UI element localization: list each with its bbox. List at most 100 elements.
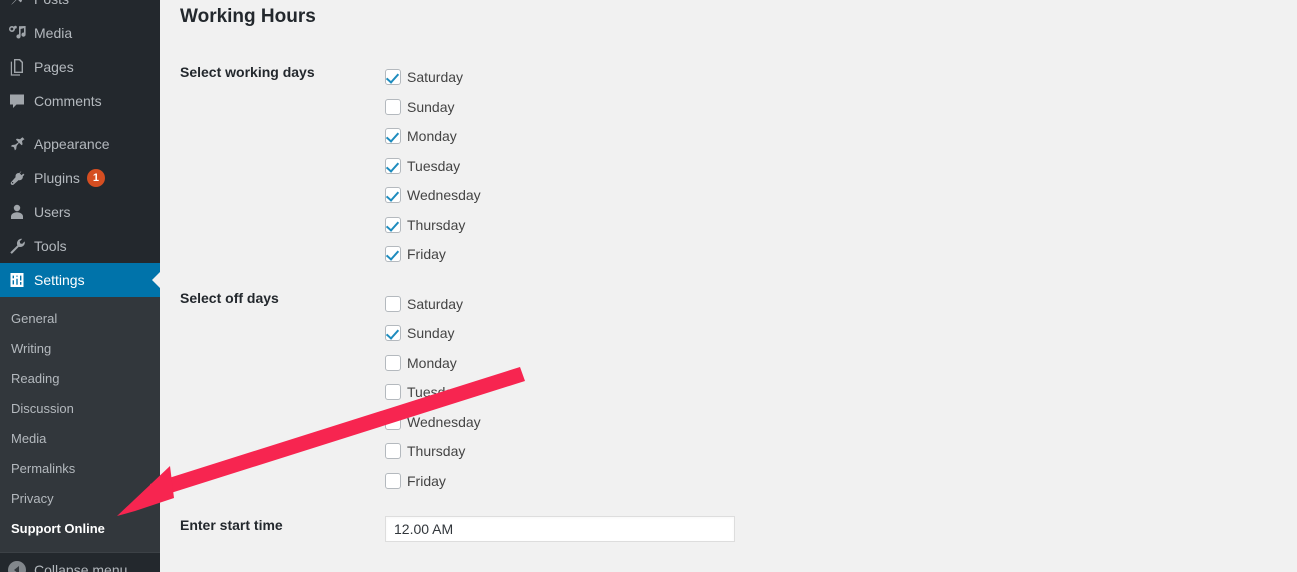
sidebar-item-appearance[interactable]: Appearance (0, 127, 160, 161)
submenu-item-media[interactable]: Media (0, 424, 160, 454)
checkbox-unchecked-icon[interactable] (385, 413, 401, 430)
update-count-badge: 1 (86, 169, 105, 187)
sidebar-item-posts[interactable]: Posts (0, 0, 160, 16)
collapse-left-arrow-icon (0, 561, 34, 572)
submenu-item-privacy[interactable]: Privacy (0, 484, 160, 514)
form-row-label: Select off days (180, 290, 279, 307)
form-row: Enter start time (160, 515, 1297, 562)
checkbox-label: Wednesday (407, 413, 481, 430)
checkbox-row-friday[interactable]: Friday (385, 466, 1287, 496)
collapse-menu-label: Collapse menu (34, 562, 128, 572)
checkbox-checked-icon[interactable] (385, 69, 401, 86)
checkbox-unchecked-icon[interactable] (385, 384, 401, 401)
admin-sidebar: Posts Media Pages Comments Appearance Plugins… (0, 0, 160, 572)
main-content: Working Hours Select working days Saturda… (160, 0, 1297, 572)
form-row-field (385, 515, 1297, 562)
checkbox-unchecked-icon[interactable] (385, 98, 401, 115)
sidebar-item-label: Appearance (34, 136, 110, 152)
checkbox-checked-icon[interactable] (385, 128, 401, 145)
checkbox-row-sunday[interactable]: Sunday (385, 319, 1287, 349)
sidebar-item-settings[interactable]: Settings (0, 263, 160, 297)
checkbox-row-saturday[interactable]: Saturday (385, 289, 1287, 319)
checkbox-label: Friday (407, 246, 446, 263)
users-icon (0, 202, 34, 222)
admin-menu: Posts Media Pages Comments Appearance Plugins… (0, 0, 160, 572)
sidebar-item-plugins[interactable]: Plugins 1 (0, 161, 160, 195)
submenu-item-general[interactable]: General (0, 304, 160, 334)
sidebar-item-pages[interactable]: Pages (0, 50, 160, 84)
submenu-item-support-online[interactable]: Support Online (0, 514, 160, 544)
submenu-item-reading[interactable]: Reading (0, 364, 160, 394)
menu-separator (0, 118, 160, 127)
comments-icon (0, 91, 34, 111)
checkbox-row-thursday[interactable]: Thursday (385, 437, 1287, 467)
media-icon (0, 23, 34, 43)
checkbox-row-saturday[interactable]: Saturday (385, 63, 1287, 93)
checkbox-checked-icon[interactable] (385, 157, 401, 174)
checkbox-row-sunday[interactable]: Sunday (385, 92, 1287, 122)
checkbox-row-tuesday[interactable]: Tuesday (385, 151, 1287, 181)
form-row: Select working days Saturday Sunday Monday T… (160, 63, 1297, 290)
sidebar-item-users[interactable]: Users (0, 195, 160, 229)
checkbox-checked-icon[interactable] (385, 187, 401, 204)
checkbox-unchecked-icon[interactable] (385, 354, 401, 371)
checkbox-label: Monday (407, 354, 457, 371)
sidebar-item-label: Settings (34, 272, 85, 288)
checkbox-label: Wednesday (407, 187, 481, 204)
sidebar-item-label: Posts (34, 0, 69, 8)
sidebar-item-label: Users (34, 204, 71, 220)
checkbox-label: Friday (407, 472, 446, 489)
checkbox-label: Saturday (407, 69, 464, 86)
checkbox-unchecked-icon[interactable] (385, 295, 401, 312)
sidebar-item-tools[interactable]: Tools (0, 229, 160, 263)
form-row-field: Saturday Sunday Monday Tuesday Wednesday Thur… (385, 289, 1297, 516)
checkbox-row-wednesday[interactable]: Wednesday (385, 407, 1287, 437)
checkbox-row-thursday[interactable]: Thursday (385, 210, 1287, 240)
checkbox-label: Saturday (407, 295, 464, 312)
appearance-icon (0, 134, 34, 154)
sidebar-item-media[interactable]: Media (0, 16, 160, 50)
plugins-icon (0, 168, 34, 188)
checkbox-label: Tuesday (407, 384, 461, 401)
sidebar-item-label: Media (34, 25, 73, 41)
checkbox-row-monday[interactable]: Monday (385, 122, 1287, 152)
sidebar-item-label: Pages (34, 59, 74, 75)
start-time-input[interactable] (385, 515, 735, 542)
checkbox-label: Monday (407, 128, 457, 145)
form-row: Select off days Saturday Sunday Monday Tuesd… (160, 289, 1297, 516)
form-row-label: Select working days (180, 63, 315, 80)
checkbox-unchecked-icon[interactable] (385, 443, 401, 460)
collapse-menu-wrapper: Collapse menu (0, 552, 160, 572)
sidebar-item-label: Plugins (34, 170, 80, 186)
collapse-menu-button[interactable]: Collapse menu (0, 553, 160, 572)
submenu-item-writing[interactable]: Writing (0, 334, 160, 364)
checkbox-label: Sunday (407, 325, 455, 342)
admin-page: Posts Media Pages Comments Appearance Plugins… (0, 0, 1297, 572)
tools-icon (0, 236, 34, 256)
pin-icon (0, 0, 34, 9)
form-row-field: Saturday Sunday Monday Tuesday Wednesday Thur… (385, 63, 1297, 290)
sidebar-item-label: Tools (34, 238, 67, 254)
checkbox-row-friday[interactable]: Friday (385, 240, 1287, 270)
submenu-item-permalinks[interactable]: Permalinks (0, 454, 160, 484)
settings-icon (0, 270, 34, 290)
settings-form-table: Select working days Saturday Sunday Monday T… (160, 63, 1297, 562)
checkbox-checked-icon[interactable] (385, 216, 401, 233)
checkbox-checked-icon[interactable] (385, 325, 401, 342)
checkbox-checked-icon[interactable] (385, 246, 401, 263)
checkbox-label: Thursday (407, 216, 466, 233)
sidebar-item-label: Comments (34, 93, 102, 109)
checkbox-row-wednesday[interactable]: Wednesday (385, 181, 1287, 211)
submenu-item-discussion[interactable]: Discussion (0, 394, 160, 424)
checkbox-row-tuesday[interactable]: Tuesday (385, 378, 1287, 408)
checkbox-label: Sunday (407, 98, 455, 115)
checkbox-label: Thursday (407, 443, 466, 460)
page-title: Working Hours (180, 6, 316, 27)
checkbox-unchecked-icon[interactable] (385, 472, 401, 489)
form-row-label: Enter start time (180, 516, 283, 533)
checkbox-row-monday[interactable]: Monday (385, 348, 1287, 378)
sidebar-item-comments[interactable]: Comments (0, 84, 160, 118)
checkbox-label: Tuesday (407, 157, 461, 174)
settings-submenu: General Writing Reading Discussion Media Perm… (0, 297, 160, 552)
pages-icon (0, 57, 34, 77)
